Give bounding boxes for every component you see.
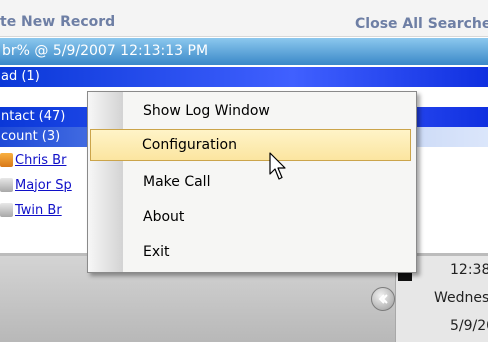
create-new-record-link[interactable]: te New Record <box>0 14 115 30</box>
menu-item-label: Make Call <box>143 174 211 190</box>
close-all-searches-link[interactable]: Close All Searches <box>355 16 488 32</box>
chevron-left-icon <box>378 294 388 304</box>
header-bar: te New Record Close All Searches <box>0 0 488 37</box>
status-date: 5/9/2007 <box>450 318 488 334</box>
group-label: count (3) <box>1 129 61 144</box>
group-label: ntact (47) <box>1 109 66 124</box>
menu-item-label: Configuration <box>142 137 237 153</box>
menu-item-label: Exit <box>143 244 170 260</box>
contact-icon <box>0 153 13 167</box>
menu-item-make-call[interactable]: Make Call <box>88 165 416 199</box>
search-title: br% @ 5/9/2007 12:13:13 PM <box>2 43 209 59</box>
list-item[interactable]: Major Sp <box>0 175 72 195</box>
account-icon <box>0 203 13 217</box>
status-time: 12:38 <box>450 262 488 278</box>
record-link[interactable]: Major Sp <box>15 178 72 193</box>
record-link[interactable]: Twin Br <box>15 203 62 218</box>
menu-item-show-log-window[interactable]: Show Log Window <box>88 94 416 128</box>
menu-item-about[interactable]: About <box>88 200 416 234</box>
list-item[interactable]: Twin Br <box>0 200 62 220</box>
menu-item-label: About <box>143 209 185 225</box>
context-menu: Show Log Window Configuration Make Call … <box>87 91 417 273</box>
record-link[interactable]: Chris Br <box>15 153 66 168</box>
collapse-button[interactable] <box>371 287 395 311</box>
list-item[interactable]: Chris Br <box>0 150 66 170</box>
menu-item-configuration[interactable]: Configuration <box>90 129 411 161</box>
group-label: ad (1) <box>1 69 40 84</box>
search-title-bar[interactable]: br% @ 5/9/2007 12:13:13 PM <box>0 38 488 65</box>
menu-item-exit[interactable]: Exit <box>88 235 416 269</box>
account-icon <box>0 178 13 192</box>
mouse-pointer-icon <box>269 152 286 180</box>
group-header-lead[interactable]: ad (1) <box>0 67 488 87</box>
status-day: Wednesday <box>434 290 488 306</box>
menu-item-label: Show Log Window <box>143 103 270 119</box>
